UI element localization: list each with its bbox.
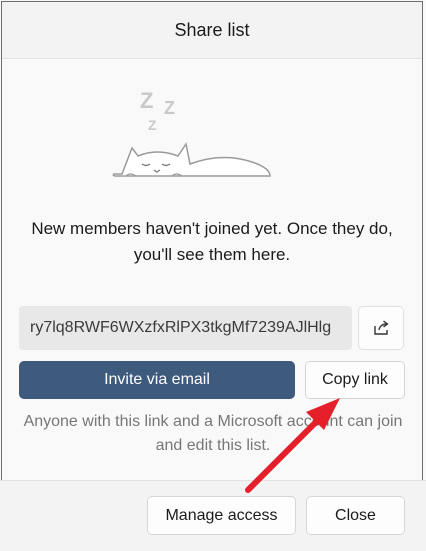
close-button[interactable]: Close [306, 496, 405, 535]
copy-link-button[interactable]: Copy link [305, 361, 405, 399]
svg-text:Z: Z [148, 117, 157, 133]
dialog-footer: Manage access Close [0, 480, 426, 551]
invite-via-email-button[interactable]: Invite via email [19, 361, 295, 399]
dialog-header: Share list [2, 2, 422, 59]
manage-access-button[interactable]: Manage access [147, 496, 296, 535]
empty-members-message: New members haven't joined yet. Once the… [31, 219, 393, 264]
share-link-field[interactable]: ry7lq8RWF6WXzfxRlPX3tkgMf7239AJlHlg [19, 306, 352, 350]
svg-text:Z: Z [140, 88, 153, 113]
sleeping-cat-illustration: Z Z Z [112, 88, 271, 177]
dialog-title: Share list [174, 19, 250, 40]
share-icon [374, 320, 389, 335]
share-list-dialog: Share list Z Z Z New members haven't joi… [1, 1, 423, 548]
share-button[interactable] [358, 306, 404, 350]
share-link-note: Anyone with this link and a Microsoft ac… [23, 413, 403, 454]
svg-text:Z: Z [164, 98, 175, 118]
